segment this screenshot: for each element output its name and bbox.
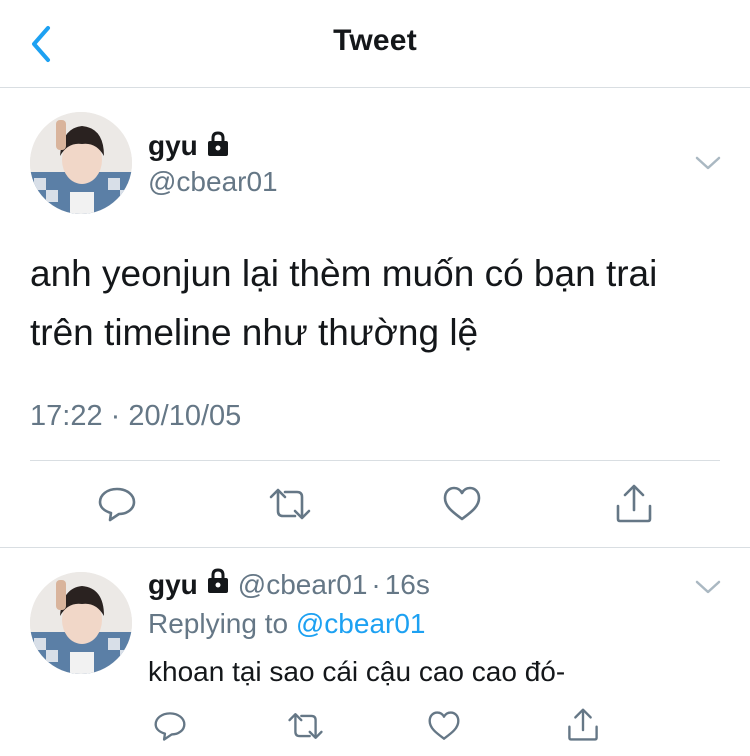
like-button[interactable] — [442, 485, 482, 528]
tweet-timestamp[interactable]: 17:22 · 20/10/05 — [30, 400, 241, 433]
reply-text: khoan tại sao cái cậu cao cao đó- — [148, 656, 566, 687]
retweet-icon — [269, 488, 311, 520]
author-row: gyu — [148, 130, 230, 162]
retweet-button[interactable] — [287, 710, 324, 747]
chevron-down-icon — [695, 580, 721, 594]
handle[interactable]: @cbear01 — [238, 569, 368, 601]
replying-to-link[interactable]: @cbear01 — [296, 608, 426, 639]
chevron-down-icon — [695, 156, 721, 170]
page-title: Tweet — [333, 24, 417, 57]
tweet-options-button[interactable] — [694, 154, 722, 172]
share-icon — [616, 484, 652, 523]
like-button[interactable] — [427, 710, 461, 747]
meta-separator: · — [110, 400, 121, 432]
lock-icon — [206, 568, 230, 601]
share-button[interactable] — [614, 484, 654, 529]
meta-separator: · — [371, 568, 381, 600]
share-button[interactable] — [566, 708, 600, 747]
reply-icon — [98, 487, 136, 522]
tweet-date: 20/10/05 — [128, 400, 242, 432]
retweet-icon — [288, 713, 323, 739]
header: Tweet — [0, 0, 750, 88]
divider — [30, 460, 720, 461]
replying-to-label: Replying to — [148, 608, 289, 639]
lock-icon — [206, 130, 230, 162]
like-icon — [443, 486, 481, 521]
tweet-options-button[interactable] — [694, 578, 722, 596]
avatar[interactable] — [30, 112, 132, 214]
display-name[interactable]: gyu — [148, 130, 198, 162]
tweet-text: anh yeonjun lại thèm muốn có bạn trai tr… — [30, 244, 730, 362]
tweet-time: 17:22 — [30, 400, 103, 432]
avatar[interactable] — [30, 572, 132, 674]
handle[interactable]: @cbear01 — [148, 166, 278, 198]
reply-icon — [154, 712, 186, 741]
reply-author-row: gyu @cbear01 · 16s — [148, 568, 430, 601]
reply-button[interactable] — [97, 485, 137, 528]
divider — [0, 547, 750, 548]
tweet-text-line: trên timeline như thường lệ — [30, 312, 479, 353]
retweet-button[interactable] — [268, 485, 312, 528]
display-name[interactable]: gyu — [148, 569, 198, 601]
tweet-age: 16s — [384, 568, 430, 600]
tweet-text-line: anh yeonjun lại thèm muốn có bạn trai — [30, 253, 658, 294]
reply-button[interactable] — [153, 710, 187, 747]
replying-to: Replying to @cbear01 — [148, 608, 425, 640]
share-icon — [568, 708, 598, 741]
like-icon — [428, 711, 460, 740]
